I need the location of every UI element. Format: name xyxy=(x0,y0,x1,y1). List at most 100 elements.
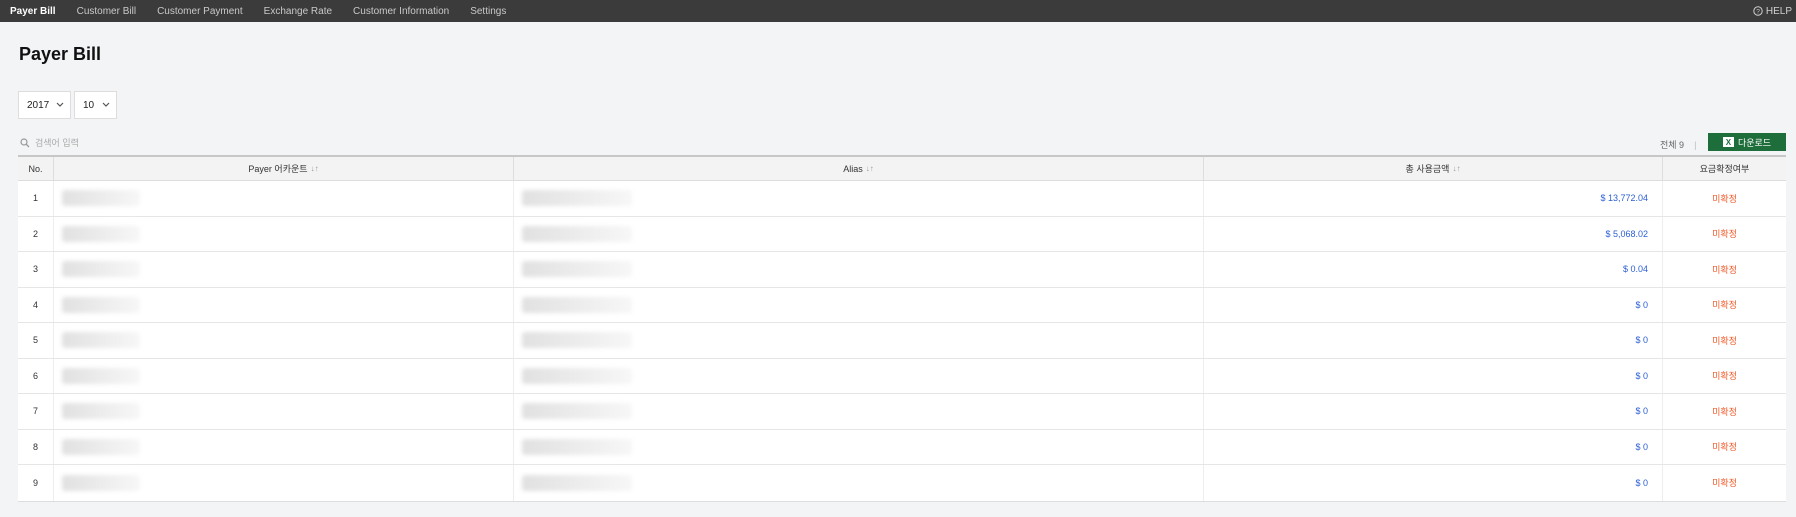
redacted-text xyxy=(62,438,140,455)
column-header-label: No. xyxy=(28,163,43,174)
search-icon xyxy=(20,137,30,147)
nav-item-customer-payment[interactable]: Customer Payment xyxy=(157,6,243,17)
alias-cell xyxy=(514,358,1204,393)
amount-link[interactable]: $ 5,068.02 xyxy=(1204,216,1663,251)
column-header-alias[interactable]: Alias ↓↑ xyxy=(514,157,1204,180)
redacted-text xyxy=(522,190,632,207)
redacted-text xyxy=(62,225,140,242)
status-text: 미확정 xyxy=(1712,406,1737,417)
nav-item-customer-bill[interactable]: Customer Bill xyxy=(77,6,136,17)
alias-cell xyxy=(514,465,1204,501)
alias-cell xyxy=(514,181,1204,216)
top-nav-bar: Payer Bill Customer Bill Customer Paymen… xyxy=(0,0,1796,22)
redacted-text xyxy=(522,474,632,491)
table-row[interactable]: 8 $ 0 미확정 xyxy=(18,429,1786,465)
nav-item-customer-information[interactable]: Customer Information xyxy=(353,6,449,17)
redacted-text xyxy=(62,332,140,349)
table-row[interactable]: 5 $ 0 미확정 xyxy=(18,323,1786,359)
row-number: 6 xyxy=(18,358,54,393)
table-row[interactable]: 2 $ 5,068.02 미확정 xyxy=(18,216,1786,252)
redacted-text xyxy=(522,367,632,384)
redacted-text xyxy=(522,261,632,278)
table-row[interactable]: 3 $ 0.04 미확정 xyxy=(18,252,1786,288)
amount-link[interactable]: $ 0.04 xyxy=(1204,252,1663,287)
table-row[interactable]: 7 $ 0 미확정 xyxy=(18,394,1786,430)
table-row[interactable]: 9 $ 0 미확정 xyxy=(18,465,1786,501)
redacted-text xyxy=(62,190,140,207)
payer-account-cell xyxy=(54,181,514,216)
column-header-label: Alias xyxy=(843,163,863,174)
table-header: No. Payer 어카운트 ↓↑ Alias ↓↑ 총 사용금액 ↓↑ 요금확정여부 xyxy=(18,157,1786,181)
payer-account-cell xyxy=(54,252,514,287)
redacted-text xyxy=(522,225,632,242)
payer-account-cell xyxy=(54,216,514,251)
alias-cell xyxy=(514,429,1204,464)
payer-account-cell xyxy=(54,323,514,358)
help-button[interactable]: ? HELP xyxy=(1753,0,1792,22)
svg-text:?: ? xyxy=(1756,8,1760,15)
status-text: 미확정 xyxy=(1712,193,1737,204)
search-placeholder: 검색어 입력 xyxy=(35,138,79,148)
nav-menu: Payer Bill Customer Bill Customer Paymen… xyxy=(0,6,527,17)
status-text: 미확정 xyxy=(1712,335,1737,346)
amount-link[interactable]: $ 0 xyxy=(1204,358,1663,393)
sort-icon[interactable]: ↓↑ xyxy=(1452,164,1460,173)
redacted-text xyxy=(62,367,140,384)
total-count: 전체 9 | xyxy=(1660,138,1696,151)
column-header-label: 총 사용금액 xyxy=(1405,164,1450,174)
year-select[interactable]: 2017 xyxy=(18,91,71,119)
payer-account-cell xyxy=(54,287,514,322)
month-select[interactable]: 10 xyxy=(74,91,117,119)
amount-link[interactable]: $ 0 xyxy=(1204,465,1663,501)
payer-bill-table: No. Payer 어카운트 ↓↑ Alias ↓↑ 총 사용금액 ↓↑ 요금확정여부… xyxy=(18,155,1786,502)
row-number: 8 xyxy=(18,429,54,464)
sort-icon[interactable]: ↓↑ xyxy=(866,164,874,173)
month-select-value: 10 xyxy=(83,99,95,111)
nav-item-payer-bill[interactable]: Payer Bill xyxy=(10,6,56,17)
redacted-text xyxy=(522,438,632,455)
nav-item-exchange-rate[interactable]: Exchange Rate xyxy=(264,6,332,17)
column-header-amount[interactable]: 총 사용금액 ↓↑ xyxy=(1204,157,1663,180)
payer-account-cell xyxy=(54,465,514,501)
table-row[interactable]: 4 $ 0 미확정 xyxy=(18,287,1786,323)
alias-cell xyxy=(514,394,1204,429)
table-row[interactable]: 1 $ 13,772.04 미확정 xyxy=(18,181,1786,217)
search-input[interactable]: 검색어 입력 xyxy=(20,136,79,149)
help-label: HELP xyxy=(1765,5,1792,17)
chevron-down-icon xyxy=(56,102,64,107)
status-text: 미확정 xyxy=(1712,300,1737,311)
row-number: 3 xyxy=(18,252,54,287)
amount-link[interactable]: $ 0 xyxy=(1204,323,1663,358)
redacted-text xyxy=(522,296,632,313)
redacted-text xyxy=(62,403,140,420)
download-button-label: 다운로드 xyxy=(1737,137,1772,148)
amount-link[interactable]: $ 0 xyxy=(1204,394,1663,429)
redacted-text xyxy=(62,296,140,313)
payer-account-cell xyxy=(54,358,514,393)
column-header-no: No. xyxy=(18,157,54,180)
total-count-label: 전체 9 xyxy=(1660,140,1685,150)
excel-icon: X xyxy=(1722,137,1734,147)
table-row[interactable]: 6 $ 0 미확정 xyxy=(18,358,1786,394)
help-icon: ? xyxy=(1753,6,1763,16)
column-header-payer[interactable]: Payer 어카운트 ↓↑ xyxy=(54,157,514,180)
year-select-value: 2017 xyxy=(27,99,50,111)
divider: | xyxy=(1694,139,1697,150)
redacted-text xyxy=(62,261,140,278)
row-number: 7 xyxy=(18,394,54,429)
column-header-label: Payer 어카운트 xyxy=(248,164,308,174)
amount-link[interactable]: $ 13,772.04 xyxy=(1204,181,1663,216)
download-button[interactable]: X 다운로드 xyxy=(1708,133,1786,151)
alias-cell xyxy=(514,216,1204,251)
alias-cell xyxy=(514,252,1204,287)
nav-item-settings[interactable]: Settings xyxy=(470,6,506,17)
status-text: 미확정 xyxy=(1712,478,1737,489)
page-title: Payer Bill xyxy=(19,44,102,64)
chevron-down-icon xyxy=(102,102,110,107)
alias-cell xyxy=(514,323,1204,358)
column-header-status: 요금확정여부 xyxy=(1663,157,1786,180)
amount-link[interactable]: $ 0 xyxy=(1204,287,1663,322)
status-text: 미확정 xyxy=(1712,371,1737,382)
sort-icon[interactable]: ↓↑ xyxy=(311,164,319,173)
amount-link[interactable]: $ 0 xyxy=(1204,429,1663,464)
